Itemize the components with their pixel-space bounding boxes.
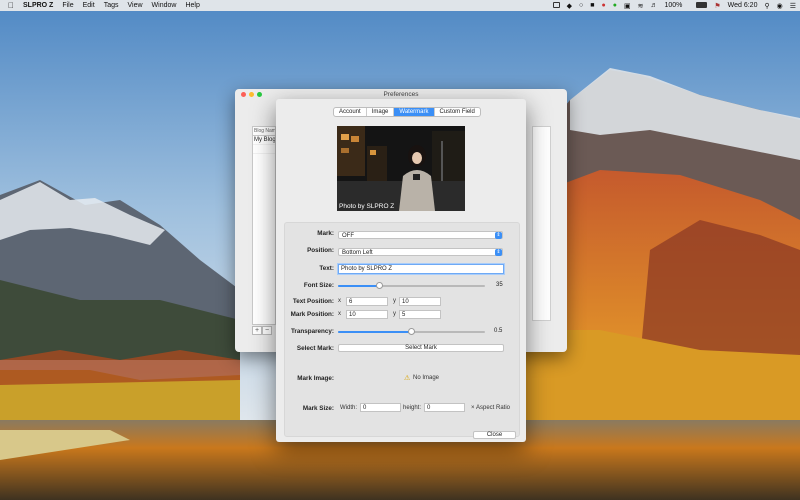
camera-icon[interactable]: ▣ [624, 2, 631, 10]
menu-window[interactable]: Window [152, 2, 177, 9]
mark-position-y-field[interactable]: 5 [399, 310, 441, 319]
list-item[interactable]: My Blog [253, 136, 275, 145]
position-select[interactable]: Bottom Left ⇕ [338, 248, 503, 256]
status-area: ◆ ○ ■ ● ● ▣ ≋ ♬ 100% ⚑ Wed 6:20 ⚲ ◉ ☰ [539, 0, 796, 11]
mark-position-x-label: x [338, 311, 341, 317]
font-size-slider[interactable] [338, 282, 485, 289]
spotify-icon[interactable]: ● [613, 2, 617, 9]
mark-position-x-field[interactable]: 10 [346, 310, 388, 319]
tab-account[interactable]: Account [334, 108, 367, 116]
clock[interactable]: Wed 6:20 [728, 2, 758, 9]
font-size-label: Font Size: [303, 282, 334, 289]
text-position-x-label: x [338, 298, 341, 304]
volume-icon[interactable]: ♬ [650, 2, 657, 9]
mark-width-field[interactable]: 0 [360, 403, 401, 412]
watermark-preview: Photo by SLPRO Z [337, 126, 465, 211]
add-blog-button[interactable]: + [252, 326, 262, 335]
menu-tags[interactable]: Tags [104, 2, 119, 9]
mark-height-field[interactable]: 0 [424, 403, 465, 412]
preferences-window: Account Image Watermark Custom Field Pho… [276, 99, 526, 442]
battery-icon[interactable] [689, 1, 708, 10]
notes-icon[interactable]: ■ [590, 2, 594, 9]
aspect-ratio-label: Aspect Ratio [476, 405, 511, 411]
menu-view[interactable]: View [127, 2, 142, 9]
preview-photo [337, 126, 465, 211]
flag-icon[interactable]: ⚑ [714, 2, 720, 10]
list-edit-buttons: + − [252, 326, 272, 335]
watermark-text-field[interactable]: Photo by SLPRO Z [338, 264, 504, 274]
mark-width-label: Width: [340, 405, 358, 411]
blog-list[interactable]: Blog Name My Blog [252, 126, 276, 325]
menu-edit[interactable]: Edit [83, 2, 95, 9]
close-window-icon[interactable] [241, 92, 246, 97]
mark-position-y-label: y [393, 311, 396, 317]
menu-list-icon[interactable]: ☰ [790, 2, 796, 10]
dropbox-icon[interactable]: ◆ [567, 2, 572, 10]
menu-bar:  SLPRO Z File Edit Tags View Window Hel… [0, 0, 800, 11]
slider-fill [338, 331, 412, 333]
zoom-window-icon[interactable] [257, 92, 262, 97]
text-position-y-label: y [393, 298, 396, 304]
detail-column [532, 126, 551, 321]
tab-image[interactable]: Image [367, 108, 395, 116]
apple-menu-icon[interactable]:  [8, 1, 14, 10]
font-size-value: 35 [496, 282, 503, 288]
minimize-window-icon[interactable] [249, 92, 254, 97]
siri-icon[interactable]: ◉ [777, 2, 783, 10]
search-icon[interactable]: ⚲ [764, 2, 769, 10]
wifi-icon[interactable]: ≋ [638, 2, 644, 10]
mark-select[interactable]: OFF ⇕ [338, 231, 503, 239]
tab-custom-field[interactable]: Custom Field [435, 108, 480, 116]
mark-position-label: Mark Position: [290, 311, 334, 318]
transparency-value: 0.5 [494, 328, 503, 334]
remove-blog-button[interactable]: − [262, 326, 272, 335]
screen-icon[interactable] [546, 1, 560, 10]
battery-percent[interactable]: 100% [664, 2, 682, 9]
record-icon[interactable]: ● [601, 2, 605, 9]
text-position-label: Text Position: [292, 298, 334, 305]
vpn-icon[interactable]: ○ [579, 2, 583, 9]
menu-app-name[interactable]: SLPRO Z [23, 2, 53, 9]
mark-select-value: OFF [342, 233, 354, 239]
chevron-updown-icon: ⇕ [495, 249, 502, 256]
select-mark-button[interactable]: Select Mark [338, 344, 504, 352]
position-label: Position: [307, 247, 334, 254]
select-mark-label: Select Mark: [296, 345, 334, 352]
tab-watermark[interactable]: Watermark [394, 108, 435, 116]
mark-label: Mark: [317, 230, 334, 237]
menu-help[interactable]: Help [185, 2, 199, 9]
text-label: Text: [319, 265, 334, 272]
text-position-x-field[interactable]: 6 [346, 297, 388, 306]
mark-height-label: height: [403, 405, 422, 411]
list-header[interactable]: Blog Name [253, 127, 275, 136]
transparency-label: Transparency: [290, 328, 334, 335]
text-position-y-field[interactable]: 10 [399, 297, 441, 306]
menu-file[interactable]: File [62, 2, 73, 9]
chevron-updown-icon: ⇕ [495, 232, 502, 239]
mark-size-label: Mark Size: [302, 405, 334, 412]
preview-caption: Photo by SLPRO Z [339, 203, 395, 210]
slider-knob[interactable] [408, 328, 415, 335]
slider-knob[interactable] [375, 282, 383, 289]
close-button[interactable]: Close [473, 431, 516, 439]
warning-icon: ⚠ [404, 375, 411, 382]
mark-image-status: No Image [413, 375, 440, 381]
list-item-empty [253, 145, 275, 154]
transparency-slider[interactable] [338, 328, 485, 335]
position-select-value: Bottom Left [342, 250, 373, 256]
aspect-ratio-checkbox[interactable]: × [471, 405, 475, 411]
preferences-tabs: Account Image Watermark Custom Field [333, 107, 481, 117]
slider-fill [338, 285, 380, 287]
mark-image-label: Mark Image: [297, 375, 334, 382]
